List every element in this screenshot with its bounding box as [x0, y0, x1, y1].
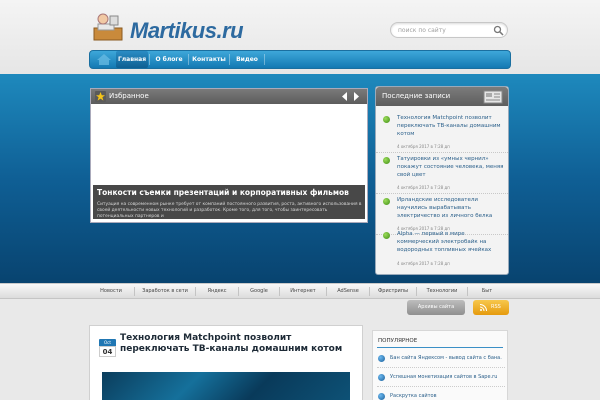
date-badge: Oct 04: [99, 339, 116, 359]
recent-posts-title: Последние записи: [382, 92, 451, 100]
category-link[interactable]: Фристрипы: [370, 284, 416, 299]
home-icon[interactable]: [93, 52, 115, 67]
bullet-icon: [383, 116, 390, 123]
newspaper-icon: [483, 90, 503, 104]
recent-posts-widget: Последние записи Технология Matchpoint п…: [375, 86, 509, 275]
recent-post-date: 4 октября 2017 в 7:28 дп: [397, 144, 450, 149]
recent-post-date: 4 октября 2017 в 7:28 дп: [397, 185, 450, 190]
featured-caption-title[interactable]: Тонкости съемки презентаций и корпоратив…: [97, 188, 349, 197]
search-input[interactable]: [398, 25, 488, 36]
nav-item-home[interactable]: Главная: [116, 51, 148, 68]
nav-item-video[interactable]: Видео: [231, 51, 263, 68]
category-bar: Новости Заработок в сети Яндекс Google И…: [0, 283, 600, 299]
article-image[interactable]: [102, 372, 350, 400]
category-link[interactable]: Google: [239, 284, 279, 299]
bullet-icon: [383, 232, 390, 239]
featured-slider: Избранное Тонкости съемки презентаций и …: [90, 88, 368, 223]
featured-title: Избранное: [109, 92, 149, 100]
category-link[interactable]: Яндекс: [196, 284, 238, 299]
slider-arrows-icon[interactable]: [341, 92, 361, 101]
recent-post-link[interactable]: Ирландские исследователи научились выраб…: [397, 196, 505, 220]
site-logo[interactable]: Martikus.ru: [130, 18, 244, 44]
popular-item[interactable]: Раскрутка сайтов: [377, 389, 505, 400]
category-link[interactable]: Новости: [88, 284, 134, 299]
nav-divider: [149, 54, 150, 65]
main-nav: Главная О блоге Контакты Видео: [89, 50, 511, 69]
popular-link[interactable]: Раскрутка сайтов: [390, 393, 437, 399]
recent-posts-header: Последние записи: [376, 87, 508, 106]
search-box: [390, 22, 508, 38]
recent-post-link[interactable]: Технология Matchpoint позволит переключа…: [397, 114, 505, 138]
nav-divider: [188, 54, 189, 65]
article-card: Oct 04 Технология Matchpoint позволит пе…: [89, 325, 363, 400]
popular-item[interactable]: Бан сайта Яндексом - вывод сайта с бана.: [377, 351, 505, 368]
featured-header: Избранное: [91, 89, 367, 104]
bullet-icon: [378, 355, 385, 362]
popular-divider: [377, 347, 503, 348]
popular-item[interactable]: Успешная монетизация сайтов в Sape.ru: [377, 370, 505, 387]
rss-label: RSS: [491, 304, 501, 310]
recent-post-item[interactable]: Татуировки из «умных чернил» покажут сос…: [376, 154, 508, 194]
rss-icon: [480, 304, 487, 311]
featured-caption-text: Ситуация на современном рынке требует от…: [97, 202, 362, 219]
popular-widget: ПОПУЛЯРНОЕ Бан сайта Яндексом - вывод са…: [372, 330, 508, 400]
search-icon[interactable]: [493, 25, 504, 36]
nav-divider: [264, 54, 265, 65]
logo-mascot-icon[interactable]: [90, 12, 126, 42]
bullet-icon: [378, 374, 385, 381]
category-link[interactable]: Технологии: [417, 284, 467, 299]
category-link[interactable]: Интернет: [280, 284, 326, 299]
category-link[interactable]: Заработок в сети: [135, 284, 195, 299]
popular-title: ПОПУЛЯРНОЕ: [378, 338, 418, 344]
rss-button[interactable]: RSS: [473, 300, 509, 315]
category-link[interactable]: AdSense: [327, 284, 369, 299]
bullet-icon: [383, 157, 390, 164]
recent-post-date: 4 октября 2017 в 7:28 дп: [397, 261, 450, 266]
recent-post-link[interactable]: Татуировки из «умных чернил» покажут сос…: [397, 155, 505, 179]
popular-link[interactable]: Успешная монетизация сайтов в Sape.ru: [390, 374, 497, 380]
recent-post-item[interactable]: Alpha — первый в мире коммерческий элект…: [376, 229, 508, 269]
date-month: Oct: [99, 339, 116, 346]
article-title[interactable]: Технология Matchpoint позволит переключа…: [120, 333, 360, 355]
star-icon: [95, 91, 106, 102]
nav-divider: [229, 54, 230, 65]
nav-item-contacts[interactable]: Контакты: [190, 51, 228, 68]
site-header: Martikus.ru Главная О блоге Контакты Вид…: [0, 0, 600, 74]
archive-button[interactable]: Архивы сайта: [407, 300, 465, 315]
bullet-icon: [378, 393, 385, 400]
popular-link[interactable]: Бан сайта Яндексом - вывод сайта с бана.: [390, 355, 502, 361]
date-day: 04: [99, 346, 116, 357]
recent-post-link[interactable]: Alpha — первый в мире коммерческий элект…: [397, 230, 505, 254]
featured-caption[interactable]: Тонкости съемки презентаций и корпоратив…: [93, 185, 365, 219]
bullet-icon: [383, 198, 390, 205]
nav-item-about[interactable]: О блоге: [151, 51, 187, 68]
category-link[interactable]: Быт: [468, 284, 506, 299]
recent-post-item[interactable]: Технология Matchpoint позволит переключа…: [376, 113, 508, 153]
